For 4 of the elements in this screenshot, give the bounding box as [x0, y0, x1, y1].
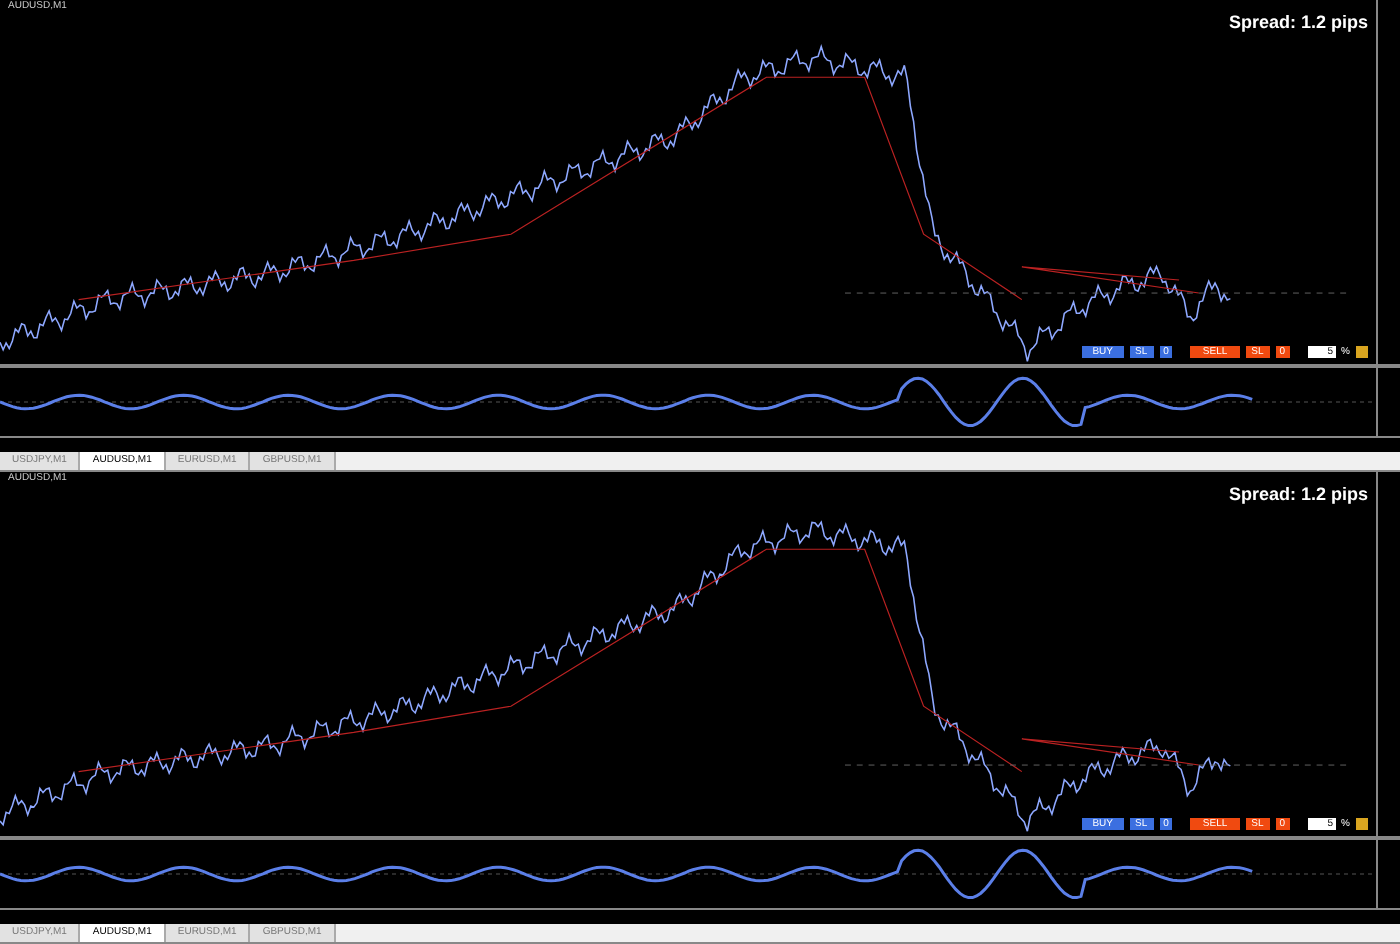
spread-label: Spread: 1.2 pips [1228, 10, 1368, 36]
spread-label: Spread: 1.2 pips [1228, 482, 1368, 508]
settings-button[interactable] [1356, 346, 1368, 359]
settings-button[interactable] [1356, 818, 1368, 831]
